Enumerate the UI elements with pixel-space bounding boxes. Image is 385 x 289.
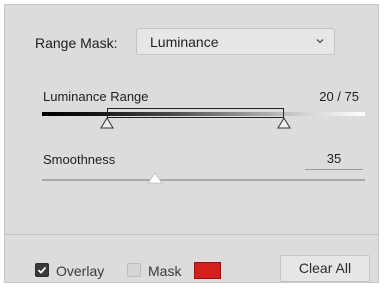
smoothness-label: Smoothness [43, 152, 116, 167]
overlay-checkbox[interactable] [35, 263, 49, 277]
smoothness-value-underline [305, 169, 363, 170]
luminance-range-label: Luminance Range [43, 89, 149, 104]
overlay-label: Overlay [56, 263, 105, 279]
luminance-high-handle[interactable] [277, 117, 292, 129]
range-mask-label: Range Mask: [35, 35, 118, 51]
section-divider [5, 234, 378, 235]
smoothness-value-field[interactable]: 35 [305, 151, 363, 166]
chevron-down-icon [316, 39, 324, 44]
range-mask-dropdown[interactable]: Luminance [136, 28, 335, 55]
mask-color-swatch[interactable] [194, 262, 221, 279]
range-mask-selected-value: Luminance [150, 34, 219, 50]
smoothness-slider-track[interactable] [42, 179, 365, 181]
luminance-low-handle[interactable] [99, 117, 114, 129]
luminance-range-value: 20 / 75 [319, 89, 359, 104]
checkmark-icon [37, 266, 47, 274]
mask-checkbox[interactable] [127, 263, 141, 277]
luminance-range-selection [106, 108, 285, 118]
range-mask-panel: Range Mask: Luminance Luminance Range 20… [4, 4, 379, 283]
mask-label: Mask [148, 263, 182, 279]
clear-all-button[interactable]: Clear All [280, 255, 370, 282]
smoothness-slider-thumb[interactable] [147, 172, 163, 184]
